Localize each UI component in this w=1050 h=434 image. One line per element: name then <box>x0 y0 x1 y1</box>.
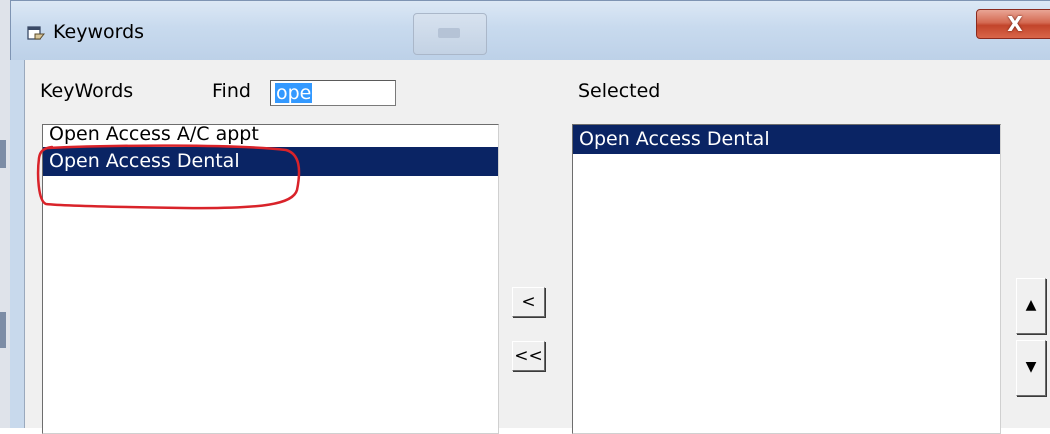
minimize-icon <box>438 28 460 38</box>
selected-label: Selected <box>578 80 661 102</box>
window-frame <box>10 60 24 428</box>
minimize-button[interactable] <box>413 13 487 55</box>
remove-all-button[interactable]: << <box>512 341 545 371</box>
selected-list[interactable]: Open Access Dental <box>572 124 1001 434</box>
move-down-button[interactable]: ▼ <box>1016 340 1046 396</box>
list-item-selected[interactable]: Open Access Dental <box>43 147 498 176</box>
arrow-up-icon: ▲ <box>1025 297 1037 313</box>
close-button[interactable]: X <box>976 9 1050 39</box>
remove-button[interactable]: < <box>512 287 545 317</box>
find-label: Find <box>212 80 251 102</box>
edge-mark <box>0 140 6 168</box>
list-item[interactable]: Open Access A/C appt <box>43 125 498 147</box>
window-app-icon <box>27 26 45 40</box>
move-up-button[interactable]: ▲ <box>1016 278 1046 334</box>
title-bar[interactable]: Keywords X <box>10 0 1050 60</box>
edge-mark <box>0 312 6 348</box>
arrow-down-icon: ▼ <box>1025 359 1037 375</box>
keywords-label: KeyWords <box>40 80 134 102</box>
keywords-list[interactable]: Open Access A/C appt Open Access Dental <box>42 124 499 434</box>
find-input[interactable]: ope <box>270 80 396 106</box>
window-title: Keywords <box>53 21 145 43</box>
list-item-selected[interactable]: Open Access Dental <box>573 125 1000 154</box>
find-input-value: ope <box>275 82 313 104</box>
